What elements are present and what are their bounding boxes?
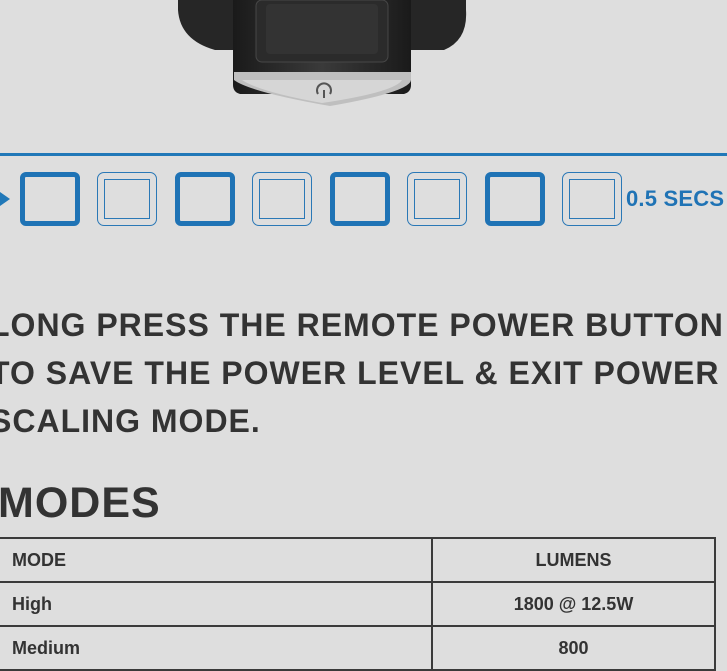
flash-off-square [252, 172, 312, 226]
flash-on-square [20, 172, 80, 226]
interval-label: 0.5 SECS [626, 186, 725, 211]
mode-cell: Medium [0, 625, 433, 671]
instruction-line: TO SAVE THE POWER LEVEL & EXIT POWER [0, 355, 720, 391]
mode-cell: High [0, 581, 433, 627]
flash-on-square [485, 172, 545, 226]
header-mode: MODE [0, 537, 433, 583]
instruction-line: SCALING MODE. [0, 403, 261, 439]
modes-heading: MODES [0, 479, 161, 527]
table-row: Medium 800 [0, 625, 716, 671]
timeline-line [0, 153, 727, 156]
arrow-right-icon [0, 192, 10, 206]
lumens-cell: 800 [431, 625, 716, 671]
instruction-line: LONG PRESS THE REMOTE POWER BUTTON [0, 307, 724, 343]
flash-on-square [330, 172, 390, 226]
instructions: LONG PRESS THE REMOTE POWER BUTTON TO SA… [0, 301, 727, 445]
flash-off-square [407, 172, 467, 226]
flash-off-square [562, 172, 622, 226]
table-row: High 1800 @ 12.5W [0, 581, 716, 627]
modes-table: MODE LUMENS High 1800 @ 12.5W Medium 800 [0, 537, 716, 671]
table-header-row: MODE LUMENS [0, 537, 716, 583]
lumens-cell: 1800 @ 12.5W [431, 581, 716, 627]
header-lumens: LUMENS [431, 537, 716, 583]
flash-on-square [175, 172, 235, 226]
flash-off-square [97, 172, 157, 226]
remote-device-image [178, 0, 467, 106]
